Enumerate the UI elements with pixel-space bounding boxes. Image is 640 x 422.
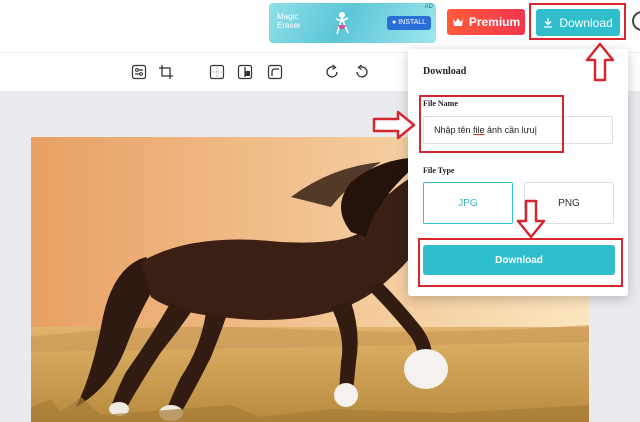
grid-icon[interactable] bbox=[208, 63, 226, 81]
file-name-text-before: Nhập tên bbox=[434, 125, 474, 135]
file-name-text-underlined: file bbox=[473, 125, 485, 135]
download-confirm-button[interactable]: Download bbox=[423, 245, 615, 275]
apple-icon: ● bbox=[392, 19, 397, 26]
ad-figure-icon bbox=[335, 12, 349, 35]
flip-icon[interactable] bbox=[236, 63, 254, 81]
file-type-jpg[interactable]: JPG bbox=[423, 182, 513, 224]
download-panel: Download File Name Nhập tên file ảnh cần… bbox=[408, 49, 628, 296]
download-panel-title: Download bbox=[423, 66, 467, 77]
rounded-corner-icon[interactable] bbox=[266, 63, 284, 81]
ad-tag: AD bbox=[424, 4, 433, 10]
rotate-left-icon[interactable] bbox=[353, 63, 371, 81]
file-type-label: File Type bbox=[423, 166, 455, 175]
rotate-right-icon[interactable] bbox=[323, 63, 341, 81]
file-name-input[interactable]: Nhập tên file ảnh cần lưu| bbox=[423, 116, 613, 144]
ad-install-label: INSTALL bbox=[398, 19, 427, 26]
file-name-text-after: ảnh cần lưu bbox=[484, 125, 535, 135]
download-label: Download bbox=[559, 15, 613, 30]
premium-label: Premium bbox=[468, 15, 521, 29]
top-bar: Magic Eraser ● INSTALL AD Premium Downlo… bbox=[0, 0, 640, 53]
text-cursor: | bbox=[534, 125, 537, 135]
file-type-png[interactable]: PNG bbox=[524, 182, 614, 224]
ad-brand: Magic Eraser bbox=[277, 12, 301, 30]
crop-icon[interactable] bbox=[157, 63, 175, 81]
ad-install-button[interactable]: ● INSTALL bbox=[387, 16, 432, 30]
ad-banner[interactable]: Magic Eraser ● INSTALL AD bbox=[269, 3, 436, 43]
premium-button[interactable]: Premium bbox=[447, 9, 525, 35]
download-icon bbox=[544, 18, 553, 28]
crown-icon bbox=[452, 18, 463, 26]
adjust-icon[interactable] bbox=[130, 63, 148, 81]
download-button[interactable]: Download bbox=[536, 9, 620, 36]
file-name-label: File Name bbox=[423, 99, 458, 108]
avatar[interactable] bbox=[632, 11, 640, 31]
